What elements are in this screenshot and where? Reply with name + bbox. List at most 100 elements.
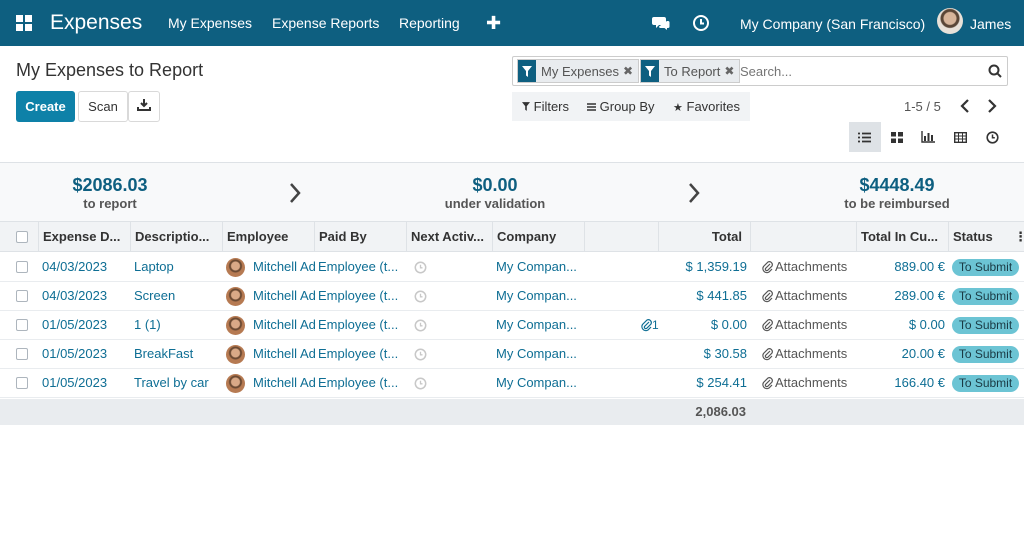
search-input[interactable] bbox=[740, 62, 980, 80]
table-row[interactable]: 04/03/2023 Laptop Mitchell Ad Employee (t..… bbox=[0, 253, 1024, 282]
pivot-view-button[interactable] bbox=[944, 122, 976, 152]
kanban-view-button[interactable] bbox=[881, 122, 913, 152]
graph-view-button[interactable] bbox=[913, 122, 945, 152]
cell-total-currency: 289.00 € bbox=[894, 288, 945, 303]
row-checkbox[interactable] bbox=[16, 377, 28, 389]
favorites-dropdown[interactable]: ★ Favorites bbox=[673, 99, 740, 114]
row-checkbox[interactable] bbox=[16, 348, 28, 360]
table-row[interactable]: 01/05/2023 Travel by car Mitchell Ad Employ… bbox=[0, 369, 1024, 398]
cell-company[interactable]: My Compan... bbox=[496, 282, 582, 310]
footer-total: 2,086.03 bbox=[695, 404, 746, 419]
clock-icon[interactable] bbox=[692, 14, 710, 32]
attachments-button[interactable]: Attachments bbox=[775, 340, 855, 368]
paperclip-icon bbox=[762, 319, 773, 332]
cell-total-currency: 166.40 € bbox=[894, 375, 945, 390]
search-facet-my-expenses[interactable]: My Expenses ✖ bbox=[517, 59, 640, 83]
list-view-button[interactable] bbox=[849, 122, 881, 152]
menu-expense-reports[interactable]: Expense Reports bbox=[272, 15, 379, 31]
cell-company[interactable]: My Compan... bbox=[496, 311, 582, 339]
cell-description: Travel by car bbox=[134, 375, 209, 390]
chevron-right-icon bbox=[290, 183, 301, 203]
plus-icon[interactable]: ✚ bbox=[486, 13, 501, 34]
cell-company[interactable]: My Compan... bbox=[496, 340, 582, 368]
cell-company[interactable]: My Compan... bbox=[496, 369, 582, 397]
clock-icon[interactable] bbox=[414, 261, 427, 274]
summary-under-validation[interactable]: $0.00 under validation bbox=[395, 175, 595, 211]
download-button[interactable] bbox=[128, 91, 160, 122]
clock-icon[interactable] bbox=[414, 319, 427, 332]
app-title[interactable]: Expenses bbox=[50, 11, 142, 35]
summary-amount: $4448.49 bbox=[859, 175, 935, 195]
table-row[interactable]: 01/05/2023 1 (1) Mitchell Ad Employee (t...… bbox=[0, 311, 1024, 340]
scan-button[interactable]: Scan bbox=[78, 91, 128, 122]
attachments-button[interactable]: Attachments bbox=[775, 282, 855, 310]
clock-icon[interactable] bbox=[414, 290, 427, 303]
chat-icon[interactable] bbox=[652, 14, 670, 32]
row-checkbox[interactable] bbox=[16, 290, 28, 302]
cell-paid-by: Employee (t... bbox=[318, 288, 399, 303]
summary-to-report[interactable]: $2086.03 to report bbox=[10, 175, 210, 211]
cell-description: 1 (1) bbox=[134, 317, 161, 332]
user-avatar[interactable] bbox=[937, 8, 963, 34]
column-total[interactable]: Total bbox=[658, 222, 750, 252]
column-expense-date[interactable]: Expense D... bbox=[38, 222, 130, 252]
paperclip-icon bbox=[762, 290, 773, 303]
attachments-button[interactable]: Attachments bbox=[775, 253, 855, 281]
filter-icon bbox=[518, 60, 536, 82]
top-navbar: Expenses My Expenses Expense Reports Rep… bbox=[0, 0, 1024, 46]
view-switcher bbox=[849, 122, 1008, 152]
cell-employee[interactable]: Mitchell Ad bbox=[253, 282, 315, 310]
table-row[interactable]: 01/05/2023 BreakFast Mitchell Ad Employee (… bbox=[0, 340, 1024, 369]
user-name[interactable]: James bbox=[970, 16, 1011, 32]
group-by-dropdown[interactable]: Group By bbox=[587, 99, 655, 114]
star-icon: ★ bbox=[673, 102, 683, 114]
filters-dropdown[interactable]: Filters bbox=[522, 99, 569, 114]
chevron-right-icon[interactable] bbox=[985, 97, 999, 115]
column-options-icon[interactable]: ⋮ bbox=[1014, 229, 1024, 245]
close-icon[interactable]: ✖ bbox=[724, 64, 739, 78]
cell-employee[interactable]: Mitchell Ad bbox=[253, 340, 315, 368]
employee-avatar bbox=[226, 345, 245, 364]
cell-company[interactable]: My Compan... bbox=[496, 253, 582, 281]
summary-label: to be reimbursed bbox=[844, 196, 950, 211]
summary-to-be-reimbursed[interactable]: $4448.49 to be reimbursed bbox=[797, 175, 997, 211]
column-description[interactable]: Descriptio... bbox=[130, 222, 222, 252]
column-paid-by[interactable]: Paid By bbox=[314, 222, 406, 252]
chevron-right-icon bbox=[689, 183, 700, 203]
activity-view-button[interactable] bbox=[976, 122, 1008, 152]
chevron-left-icon[interactable] bbox=[958, 97, 972, 115]
column-employee[interactable]: Employee bbox=[222, 222, 314, 252]
menu-my-expenses[interactable]: My Expenses bbox=[168, 15, 252, 31]
select-all-checkbox[interactable] bbox=[16, 231, 28, 243]
search-facet-to-report[interactable]: To Report ✖ bbox=[640, 59, 741, 83]
close-icon[interactable]: ✖ bbox=[623, 64, 638, 78]
cell-total: $ 0.00 bbox=[710, 317, 747, 332]
list-icon bbox=[587, 103, 596, 111]
row-checkbox[interactable] bbox=[16, 319, 28, 331]
attachments-button[interactable]: Attachments bbox=[775, 369, 855, 397]
cell-employee[interactable]: Mitchell Ad bbox=[253, 253, 315, 281]
company-switcher[interactable]: My Company (San Francisco) bbox=[740, 16, 925, 32]
search-icon[interactable] bbox=[988, 64, 1002, 78]
column-total-currency[interactable]: Total In Cu... bbox=[856, 222, 948, 252]
cell-employee[interactable]: Mitchell Ad bbox=[253, 311, 315, 339]
cell-employee[interactable]: Mitchell Ad bbox=[253, 369, 315, 397]
download-icon bbox=[137, 99, 151, 111]
apps-menu-icon[interactable] bbox=[16, 15, 32, 31]
menu-reporting[interactable]: Reporting bbox=[399, 15, 460, 31]
employee-avatar bbox=[226, 287, 245, 306]
create-button[interactable]: Create bbox=[16, 91, 75, 122]
table-row[interactable]: 04/03/2023 Screen Mitchell Ad Employee (t..… bbox=[0, 282, 1024, 311]
column-status[interactable]: Status bbox=[948, 222, 1024, 252]
row-checkbox[interactable] bbox=[16, 261, 28, 273]
list-view-icon bbox=[858, 132, 872, 142]
cell-date: 01/05/2023 bbox=[42, 317, 108, 332]
clock-icon[interactable] bbox=[414, 348, 427, 361]
attachments-button[interactable]: Attachments bbox=[775, 311, 855, 339]
cell-description: Laptop bbox=[134, 259, 174, 274]
cell-date: 01/05/2023 bbox=[42, 375, 108, 390]
clock-icon[interactable] bbox=[414, 377, 427, 390]
column-next-activity[interactable]: Next Activ... bbox=[406, 222, 492, 252]
pager-value[interactable]: 1-5 / 5 bbox=[904, 99, 941, 114]
column-company[interactable]: Company bbox=[492, 222, 584, 252]
